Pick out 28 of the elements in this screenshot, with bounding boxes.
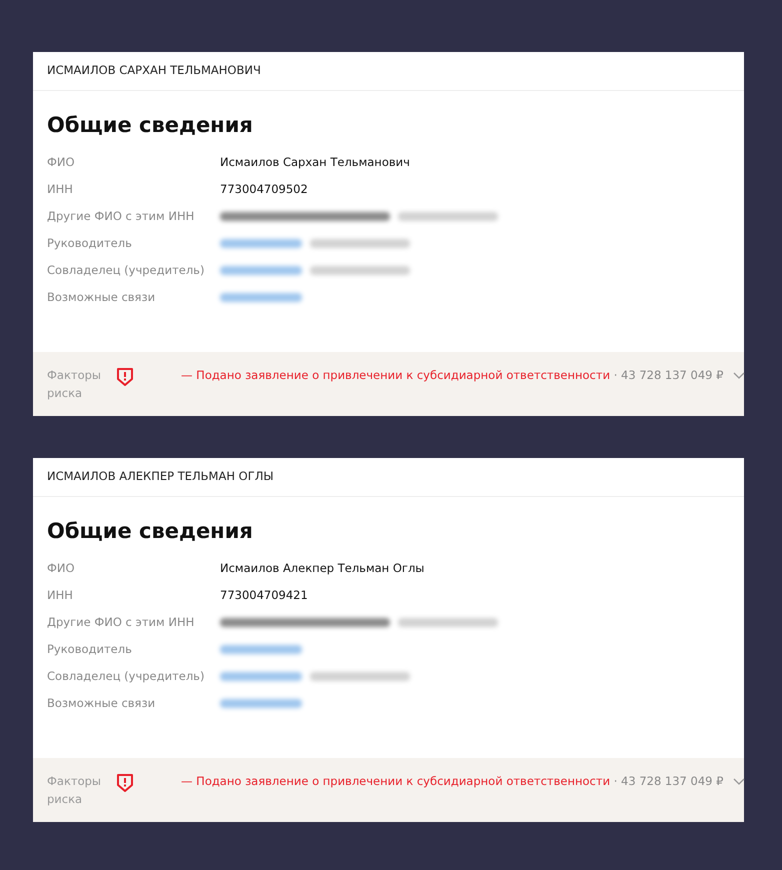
field-label: Руководитель — [47, 641, 133, 658]
field-label: Возможные связи — [47, 695, 156, 712]
field-label: ИНН — [47, 181, 74, 198]
shield-alert-icon — [115, 366, 136, 388]
field-value: Исмаилов Алекпер Тельман Оглы — [220, 560, 426, 577]
field-label: Совладелец (учредитель) — [47, 262, 206, 279]
field-label: Руководитель — [47, 235, 133, 252]
field-value: Исмаилов Сархан Тельманович — [220, 154, 411, 171]
risk-label: Факторы риска — [47, 773, 102, 808]
chevron-down-icon[interactable] — [733, 372, 746, 380]
section-title: Общие сведения — [47, 519, 254, 543]
field-value: 773004709502 — [220, 181, 309, 198]
field-label: Другие ФИО с этим ИНН — [47, 614, 196, 631]
field-label: Возможные связи — [47, 289, 156, 306]
field-label: Совладелец (учредитель) — [47, 668, 206, 685]
risk-description: — Подано заявление о привлечении к субсидиарной ответственности · 43 728 137 049 ₽ — [181, 773, 724, 790]
risk-description: — Подано заявление о привлечении к субсидиарной ответственности · 43 728 137 049 ₽ — [181, 367, 724, 384]
field-value: 773004709421 — [220, 587, 309, 604]
field-label: ФИО — [47, 154, 76, 171]
field-label: Другие ФИО с этим ИНН — [47, 208, 196, 225]
chevron-down-icon[interactable] — [733, 778, 746, 786]
field-label: ИНН — [47, 587, 74, 604]
person-name-header: ИСМАИЛОВ САРХАН ТЕЛЬМАНОВИЧ — [33, 52, 744, 91]
risk-label: Факторы риска — [47, 367, 102, 402]
person-name-header: ИСМАИЛОВ АЛЕКПЕР ТЕЛЬМАН ОГЛЫ — [33, 458, 744, 497]
shield-alert-icon — [115, 772, 136, 794]
section-title: Общие сведения — [47, 113, 254, 137]
field-label: ФИО — [47, 560, 76, 577]
